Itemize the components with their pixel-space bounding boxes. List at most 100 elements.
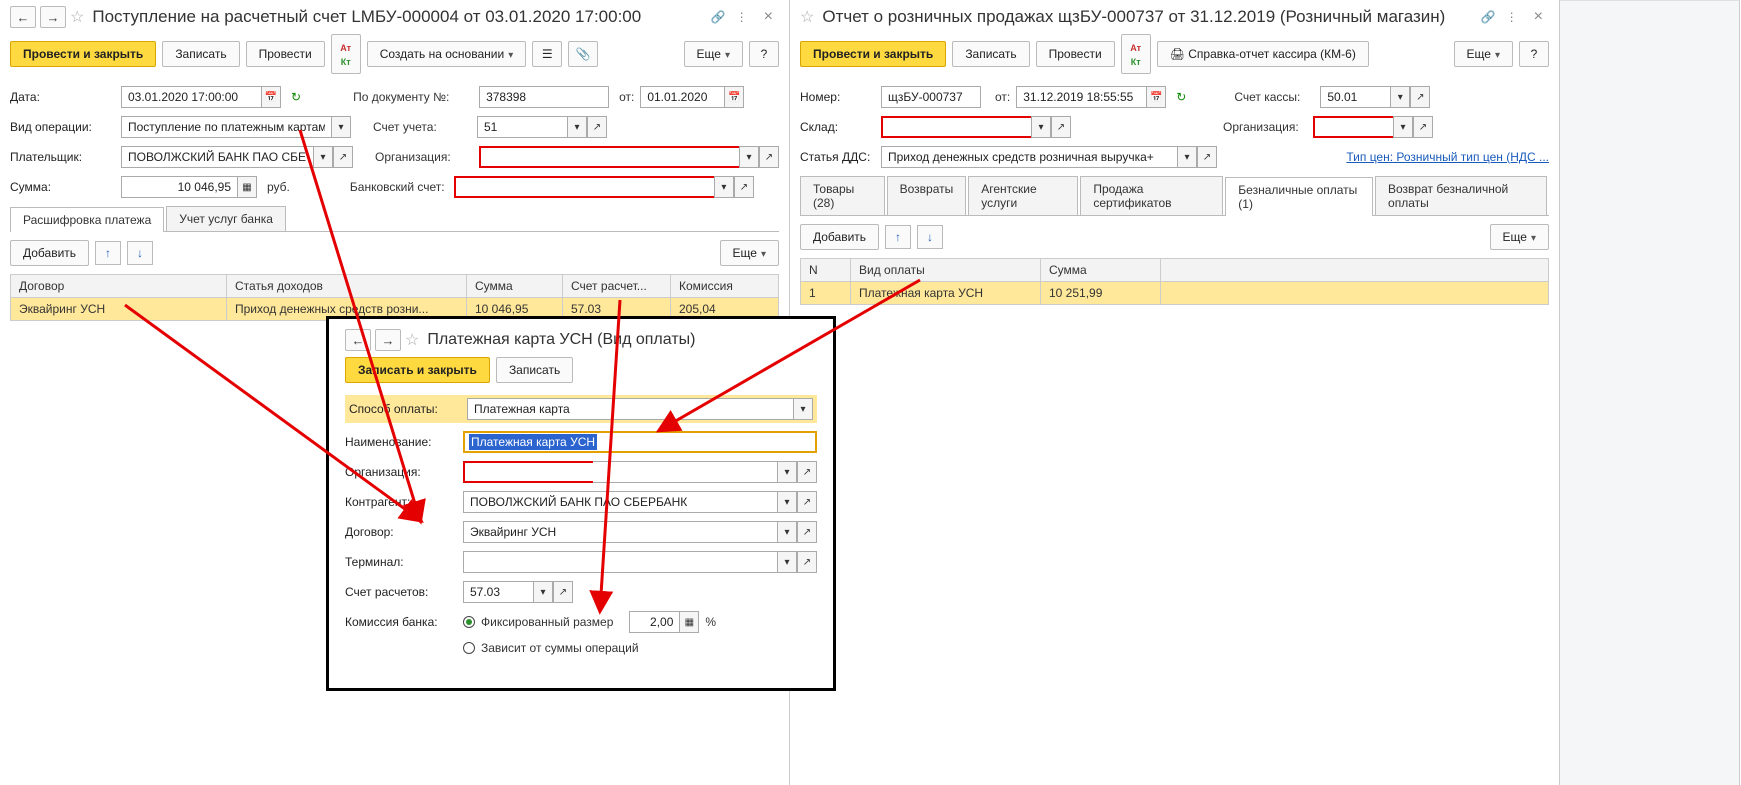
favorite-icon[interactable]: ☆ [800, 7, 814, 27]
name-input[interactable]: Платежная карта УСН [463, 431, 817, 453]
open-icon[interactable]: ↗ [1413, 116, 1433, 138]
help-button[interactable]: ? [1519, 41, 1549, 67]
dropdown-icon[interactable]: ▾ [567, 116, 587, 138]
organization-input[interactable] [463, 461, 593, 483]
calendar-icon[interactable]: 📅 [261, 86, 281, 108]
dropdown-icon[interactable]: ▾ [777, 461, 797, 483]
write-button[interactable]: Записать [496, 357, 573, 383]
contract-input[interactable] [463, 521, 777, 543]
close-button[interactable]: × [1528, 6, 1549, 28]
dropdown-icon[interactable]: ▾ [739, 146, 759, 168]
number-input[interactable] [881, 86, 981, 108]
calc-icon[interactable]: ▦ [679, 611, 699, 633]
add-row-button[interactable]: Добавить [800, 224, 879, 250]
dropdown-icon[interactable]: ▾ [793, 398, 813, 420]
calendar-icon[interactable]: 📅 [724, 86, 744, 108]
organization-input[interactable] [479, 146, 739, 168]
dropdown-icon[interactable]: ▾ [777, 491, 797, 513]
tab-noncash-returns[interactable]: Возврат безналичной оплаты [1375, 176, 1547, 215]
write-and-close-button[interactable]: Записать и закрыть [345, 357, 490, 383]
operation-type-input[interactable] [121, 116, 331, 138]
tab-noncash-payments[interactable]: Безналичные оплаты (1) [1225, 177, 1373, 216]
open-icon[interactable]: ↗ [587, 116, 607, 138]
move-up-button[interactable]: ↑ [885, 225, 911, 249]
open-icon[interactable]: ↗ [797, 521, 817, 543]
forward-button[interactable]: → [40, 6, 66, 28]
tab-returns[interactable]: Возвраты [887, 176, 967, 215]
warehouse-input[interactable] [881, 116, 1031, 138]
commission-value-input[interactable] [629, 611, 679, 633]
sum-input[interactable] [121, 176, 237, 198]
dropdown-icon[interactable]: ▾ [1031, 116, 1051, 138]
dropdown-icon[interactable]: ▾ [331, 116, 351, 138]
docdate-input[interactable] [640, 86, 724, 108]
open-icon[interactable]: ↗ [797, 491, 817, 513]
dropdown-icon[interactable]: ▾ [533, 581, 553, 603]
forward-button[interactable]: → [375, 329, 401, 351]
post-button[interactable]: Провести [1036, 41, 1115, 67]
close-button[interactable]: × [758, 6, 779, 28]
cash-account-input[interactable] [1320, 86, 1390, 108]
doc-date-input[interactable] [1016, 86, 1146, 108]
more-button[interactable]: Еще [1454, 41, 1513, 67]
settlement-account-input[interactable] [463, 581, 533, 603]
favorite-icon[interactable]: ☆ [405, 330, 419, 350]
payer-input[interactable] [121, 146, 313, 168]
account-input[interactable] [477, 116, 567, 138]
open-icon[interactable]: ↗ [1051, 116, 1071, 138]
dds-input[interactable] [881, 146, 1177, 168]
payment-breakdown-table[interactable]: Договор Статья доходов Сумма Счет расчет… [10, 274, 779, 321]
open-icon[interactable]: ↗ [797, 461, 817, 483]
tab-agent-services[interactable]: Агентские услуги [968, 176, 1078, 215]
calc-icon[interactable]: ▦ [237, 176, 257, 198]
open-icon[interactable]: ↗ [553, 581, 573, 603]
date-input[interactable] [121, 86, 261, 108]
help-button[interactable]: ? [749, 41, 779, 67]
dtkt-button[interactable]: АтКт [331, 34, 361, 74]
more-rows-button[interactable]: Еще [1490, 224, 1549, 250]
bank-account-input[interactable] [454, 176, 714, 198]
create-based-button[interactable]: Создать на основании [367, 41, 527, 67]
organization-input[interactable] [1313, 116, 1393, 138]
write-button[interactable]: Записать [162, 41, 239, 67]
tab-bank-services[interactable]: Учет услуг банка [166, 206, 286, 231]
more-button[interactable]: Еще [684, 41, 743, 67]
add-row-button[interactable]: Добавить [10, 240, 89, 266]
open-icon[interactable]: ↗ [759, 146, 779, 168]
structure-button[interactable]: ☰ [532, 41, 562, 67]
price-type-link[interactable]: Тип цен: Розничный тип цен (НДС ... [1346, 150, 1549, 164]
dropdown-icon[interactable]: ▾ [1393, 116, 1413, 138]
tab-goods[interactable]: Товары (28) [800, 176, 885, 215]
dropdown-icon[interactable]: ▾ [1177, 146, 1197, 168]
dropdown-icon[interactable]: ▾ [313, 146, 333, 168]
payment-method-input[interactable] [467, 398, 793, 420]
dropdown-icon[interactable]: ▾ [1390, 86, 1410, 108]
link-icon[interactable]: 🔗 [711, 10, 726, 24]
refresh-icon[interactable]: ↻ [1176, 90, 1186, 104]
open-icon[interactable]: ↗ [734, 176, 754, 198]
terminal-input[interactable] [463, 551, 777, 573]
tab-payment-breakdown[interactable]: Расшифровка платежа [10, 207, 164, 232]
noncash-payments-table[interactable]: N Вид оплаты Сумма 1 Платежная карта УСН… [800, 258, 1549, 305]
variable-rate-radio[interactable] [463, 642, 475, 654]
open-icon[interactable]: ↗ [333, 146, 353, 168]
back-button[interactable]: ← [345, 329, 371, 351]
move-up-button[interactable]: ↑ [95, 241, 121, 265]
calendar-icon[interactable]: 📅 [1146, 86, 1166, 108]
post-button[interactable]: Провести [246, 41, 325, 67]
more-rows-button[interactable]: Еще [720, 240, 779, 266]
post-and-close-button[interactable]: Провести и закрыть [10, 41, 156, 67]
kebab-icon[interactable]: ⋮ [730, 10, 754, 24]
attach-button[interactable]: 📎 [568, 41, 598, 67]
kebab-icon[interactable]: ⋮ [1500, 10, 1524, 24]
open-icon[interactable]: ↗ [797, 551, 817, 573]
tab-certificates[interactable]: Продажа сертификатов [1080, 176, 1223, 215]
favorite-icon[interactable]: ☆ [70, 7, 84, 27]
move-down-button[interactable]: ↓ [127, 241, 153, 265]
cashier-report-button[interactable]: 🖨 Справка-отчет кассира (КМ-6) [1157, 41, 1369, 67]
counterparty-input[interactable] [463, 491, 777, 513]
fixed-rate-radio[interactable] [463, 616, 475, 628]
write-button[interactable]: Записать [952, 41, 1029, 67]
dtkt-button[interactable]: АтКт [1121, 34, 1151, 74]
dropdown-icon[interactable]: ▾ [777, 551, 797, 573]
